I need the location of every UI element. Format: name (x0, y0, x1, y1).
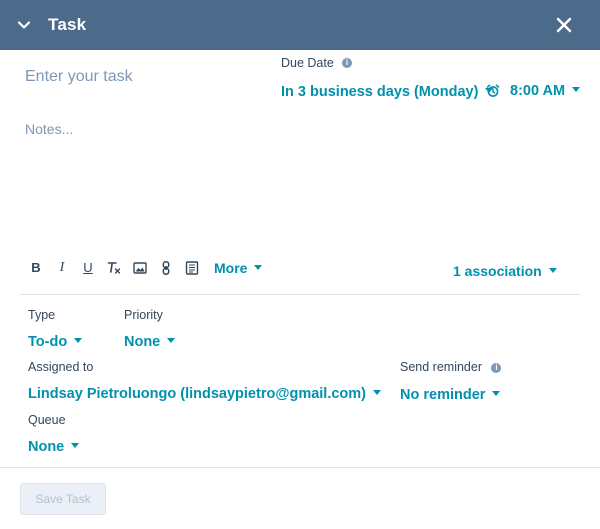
due-time-value: 8:00 AM (510, 83, 566, 99)
send-reminder-value: No reminder (400, 387, 486, 403)
assigned-to-label: Assigned to (28, 360, 94, 374)
info-icon[interactable]: i (342, 58, 352, 68)
save-task-button[interactable]: Save Task (20, 483, 106, 515)
associations-dropdown[interactable]: 1 association (453, 263, 557, 279)
italic-button[interactable]: I (54, 260, 70, 276)
due-date-dropdown[interactable]: In 3 business days (Monday) (281, 84, 494, 100)
priority-dropdown[interactable]: None (124, 334, 176, 350)
queue-dropdown[interactable]: None (28, 439, 80, 455)
close-icon[interactable] (554, 15, 574, 35)
queue-value: None (28, 439, 65, 455)
caret-down-icon (492, 391, 501, 396)
priority-label: Priority (124, 308, 163, 322)
panel-title: Task (48, 15, 87, 34)
caret-down-icon (254, 265, 263, 270)
type-dropdown[interactable]: To-do (28, 334, 83, 350)
caret-down-icon (71, 443, 80, 448)
snippet-icon[interactable] (184, 260, 200, 276)
queue-label: Queue (28, 413, 66, 427)
type-label: Type (28, 308, 56, 322)
caret-down-icon (548, 268, 557, 273)
alarm-clock-icon (486, 84, 500, 97)
image-icon[interactable] (132, 260, 148, 276)
link-icon[interactable] (158, 260, 174, 276)
notes-textarea[interactable]: Notes... (25, 121, 73, 137)
caret-down-icon (167, 338, 176, 343)
caret-down-icon (74, 338, 83, 343)
send-reminder-label: Send reminder i (400, 360, 502, 374)
assigned-to-dropdown[interactable]: Lindsay Pietroluongo (lindsaypietro@gmai… (28, 386, 382, 402)
caret-down-icon (572, 87, 581, 92)
chevron-down-icon[interactable] (16, 17, 32, 33)
task-title-input[interactable]: Enter your task (25, 68, 133, 86)
task-header: Task (0, 0, 600, 50)
type-value: To-do (28, 334, 68, 350)
clear-formatting-icon[interactable] (106, 260, 122, 276)
priority-value: None (124, 334, 161, 350)
more-formatting-dropdown[interactable]: More (214, 260, 263, 276)
due-date-value: In 3 business days (Monday) (281, 84, 479, 100)
assigned-to-value: Lindsay Pietroluongo (lindsaypietro@gmai… (28, 386, 367, 402)
due-date-label-text: Due Date (281, 56, 334, 70)
more-label: More (214, 260, 248, 276)
bold-button[interactable]: B (28, 260, 44, 276)
send-reminder-label-text: Send reminder (400, 360, 482, 374)
caret-down-icon (373, 390, 382, 395)
footer-divider (0, 467, 600, 468)
association-label: 1 association (453, 263, 542, 279)
send-reminder-dropdown[interactable]: No reminder (400, 387, 501, 403)
info-icon[interactable]: i (491, 363, 502, 373)
due-time-dropdown[interactable]: 8:00 AM (510, 83, 581, 99)
underline-button[interactable]: U (80, 260, 96, 276)
due-date-label: Due Date i (281, 56, 352, 70)
divider (20, 294, 580, 295)
